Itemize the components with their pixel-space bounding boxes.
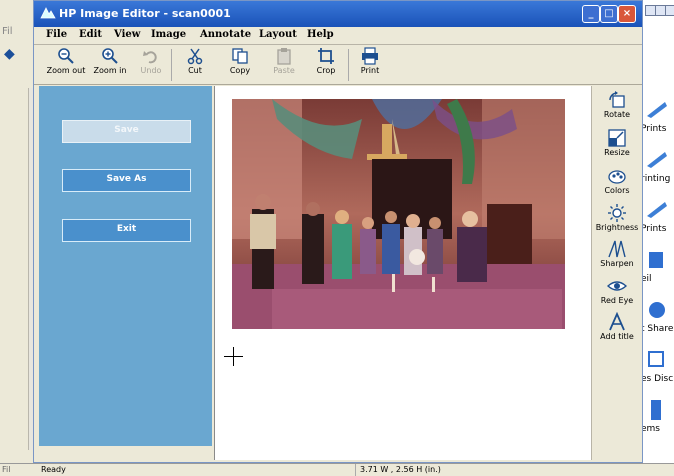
globe-icon bbox=[649, 302, 665, 318]
paste-button[interactable]: Paste bbox=[268, 47, 300, 83]
resize-tool[interactable]: Resize bbox=[592, 128, 642, 164]
background-item[interactable]: es Disc bbox=[641, 350, 674, 390]
close-button[interactable]: × bbox=[618, 5, 636, 23]
title-bar[interactable]: HP Image Editor - scan0001 _ □ × bbox=[34, 1, 642, 27]
status-bar: Fil Ready 3.71 W , 2.56 H (in.) bbox=[0, 463, 674, 476]
maximize-button[interactable]: □ bbox=[600, 5, 618, 23]
background-menu-fragment: Fil bbox=[2, 26, 13, 37]
copy-icon bbox=[232, 48, 248, 64]
add-title-icon bbox=[609, 312, 625, 331]
crop-icon bbox=[318, 48, 334, 64]
toolbar-separator bbox=[348, 49, 349, 81]
rotate-icon bbox=[609, 91, 625, 108]
toolbar: Zoom out Zoom in Undo Cut Copy Paste Cro… bbox=[34, 45, 642, 85]
image-canvas[interactable] bbox=[214, 86, 591, 460]
background-item[interactable]: t Share bbox=[641, 300, 674, 340]
crop-button[interactable]: Crop bbox=[310, 47, 342, 83]
brightness-tool[interactable]: Brightness bbox=[592, 203, 642, 239]
zoom-in-button[interactable]: Zoom in bbox=[90, 47, 130, 83]
undo-button[interactable]: Undo bbox=[136, 47, 166, 83]
photo-image bbox=[232, 99, 565, 329]
sharpen-tool[interactable]: Sharpen bbox=[592, 239, 642, 275]
sharpen-icon bbox=[608, 240, 626, 258]
crosshair-cursor-icon bbox=[224, 347, 243, 366]
cut-button[interactable]: Cut bbox=[180, 47, 210, 83]
background-status-text: Fil bbox=[2, 465, 11, 474]
window-title: HP Image Editor - scan0001 bbox=[59, 7, 231, 20]
background-item[interactable]: Prints bbox=[641, 200, 674, 240]
save-as-button[interactable]: Save As bbox=[62, 169, 191, 192]
zoom-out-icon bbox=[58, 48, 74, 64]
zoom-out-button[interactable]: Zoom out bbox=[44, 47, 88, 83]
add-title-tool[interactable]: Add title bbox=[592, 312, 642, 348]
copy-button[interactable]: Copy bbox=[223, 47, 257, 83]
status-image-size: 3.71 W , 2.56 H (in.) bbox=[360, 465, 441, 474]
colors-icon bbox=[608, 170, 626, 184]
background-item[interactable]: eil bbox=[641, 250, 674, 290]
print-button[interactable]: Print bbox=[354, 47, 386, 83]
swoosh-icon bbox=[647, 102, 667, 118]
status-ready: Ready bbox=[41, 465, 66, 474]
minimize-button[interactable]: _ bbox=[582, 5, 600, 23]
colors-tool[interactable]: Colors bbox=[592, 166, 642, 202]
menu-view[interactable]: View bbox=[114, 29, 140, 40]
status-size-panel: 3.71 W , 2.56 H (in.) bbox=[355, 464, 571, 476]
zoom-in-icon bbox=[102, 48, 118, 64]
brightness-icon bbox=[608, 204, 626, 222]
toolbar-separator bbox=[171, 49, 172, 81]
background-item[interactable]: ems bbox=[641, 400, 674, 440]
scanned-photo[interactable] bbox=[232, 99, 565, 329]
resize-icon bbox=[608, 129, 626, 147]
menu-image[interactable]: Image bbox=[151, 29, 186, 40]
undo-icon bbox=[143, 51, 157, 64]
image-tools-panel: Rotate Resize Colors Brightness Sharpen … bbox=[591, 86, 641, 460]
red-eye-icon bbox=[607, 281, 627, 291]
card-icon bbox=[649, 252, 663, 268]
red-eye-tool[interactable]: Red Eye bbox=[592, 276, 642, 312]
exit-button[interactable]: Exit bbox=[62, 219, 191, 242]
background-item[interactable]: Prints bbox=[641, 100, 674, 140]
background-close-icon[interactable] bbox=[665, 5, 674, 16]
background-app-right: Prints rinting Prints eil t Share es Dis… bbox=[640, 0, 674, 476]
save-button[interactable]: Save bbox=[62, 120, 191, 143]
disc-icon bbox=[648, 351, 664, 367]
rotate-tool[interactable]: Rotate bbox=[592, 90, 642, 126]
action-panel: Save Save As Exit bbox=[39, 86, 212, 446]
box-icon bbox=[651, 400, 661, 420]
image-editor-window: HP Image Editor - scan0001 _ □ × File Ed… bbox=[33, 0, 643, 463]
paste-icon bbox=[277, 48, 291, 65]
menu-bar: File Edit View Image Annotate Layout Hel… bbox=[34, 27, 642, 45]
print-icon bbox=[362, 47, 378, 65]
menu-file[interactable]: File bbox=[46, 29, 67, 40]
swoosh-icon bbox=[647, 152, 667, 168]
menu-edit[interactable]: Edit bbox=[79, 29, 102, 40]
menu-layout[interactable]: Layout bbox=[259, 29, 297, 40]
menu-help[interactable]: Help bbox=[307, 29, 334, 40]
swoosh-icon bbox=[647, 202, 667, 218]
cut-icon bbox=[187, 48, 203, 65]
menu-annotate[interactable]: Annotate bbox=[200, 29, 251, 40]
hp-app-icon bbox=[40, 7, 56, 19]
app-icon: ◆ bbox=[4, 46, 15, 62]
background-item[interactable]: rinting bbox=[641, 150, 674, 190]
